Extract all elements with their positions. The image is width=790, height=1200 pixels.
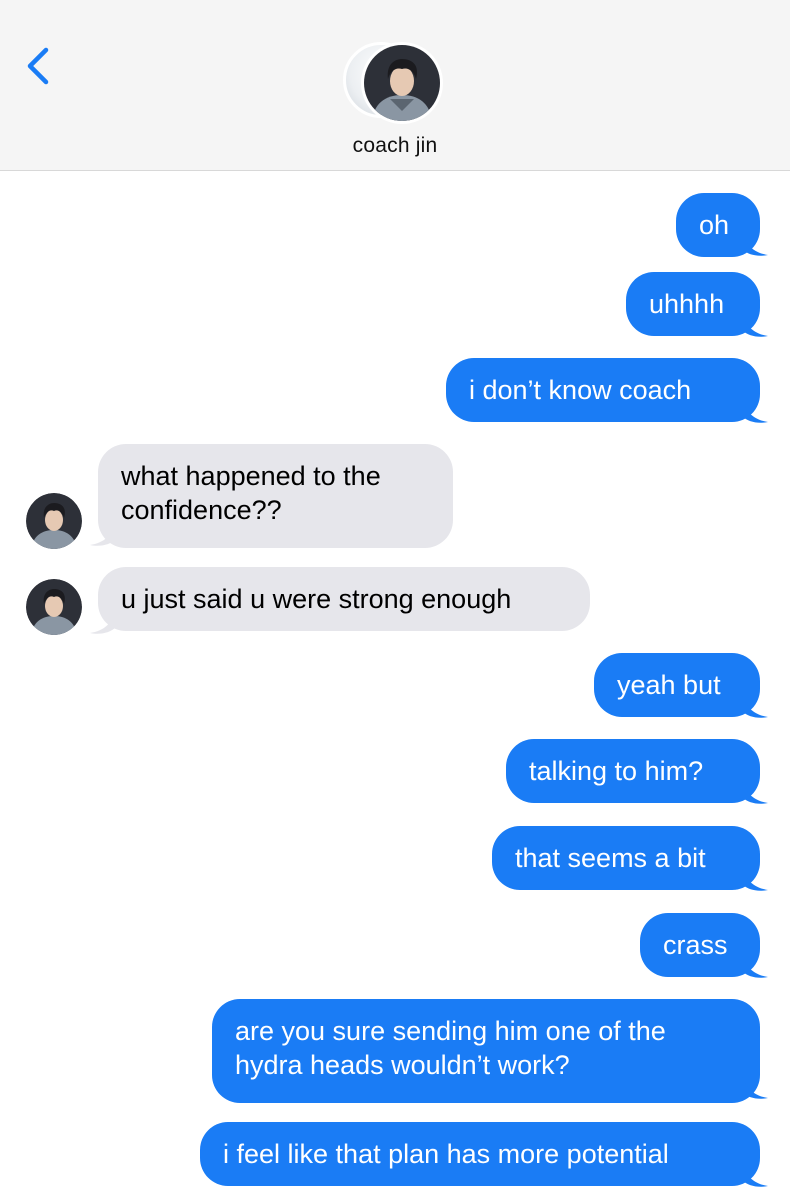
- bubble-tail: [742, 233, 768, 256]
- bubble-tail: [742, 695, 768, 718]
- sender-avatar[interactable]: [26, 579, 82, 635]
- message-text: oh: [699, 210, 730, 240]
- message-text: u just said u were strong enough: [121, 584, 512, 614]
- bubble-tail: [742, 955, 768, 978]
- conversation-header: coach jin: [0, 0, 790, 171]
- incoming-message[interactable]: what happened to the confidence??: [98, 444, 453, 548]
- message-text: uhhhh: [649, 289, 725, 319]
- outgoing-message[interactable]: i feel like that plan has more potential: [200, 1122, 760, 1186]
- bubble-tail: [742, 314, 768, 337]
- bubble-tail: [742, 1076, 768, 1099]
- message-text-line: hydra heads wouldn’t work?: [235, 1050, 570, 1080]
- message-text-line: confidence??: [121, 495, 282, 525]
- bubble-tail: [742, 781, 768, 804]
- outgoing-message[interactable]: that seems a bit: [492, 826, 760, 890]
- message-text-line: are you sure sending him one of the: [235, 1016, 666, 1046]
- contact-avatar[interactable]: [343, 42, 447, 124]
- incoming-message[interactable]: u just said u were strong enough: [98, 567, 590, 631]
- avatar-primary: [361, 42, 443, 124]
- message-text: crass: [663, 930, 728, 960]
- message-text: yeah but: [617, 670, 721, 700]
- outgoing-message[interactable]: uhhhh: [626, 272, 760, 336]
- outgoing-message[interactable]: yeah but: [594, 653, 760, 717]
- outgoing-message[interactable]: i don’t know coach: [446, 358, 760, 422]
- outgoing-message[interactable]: are you sure sending him one of the hydr…: [212, 999, 760, 1103]
- contact-name[interactable]: coach jin: [0, 134, 790, 158]
- bubble-tail: [742, 1164, 768, 1187]
- back-chevron-icon[interactable]: [22, 42, 56, 90]
- message-text-line: what happened to the: [121, 461, 381, 491]
- message-text: i don’t know coach: [469, 375, 692, 405]
- outgoing-message[interactable]: talking to him?: [506, 739, 760, 803]
- message-text: that seems a bit: [515, 843, 706, 873]
- message-text: i feel like that plan has more potential: [223, 1139, 669, 1169]
- bubble-tail: [742, 400, 768, 423]
- message-text: talking to him?: [529, 756, 704, 786]
- sender-avatar[interactable]: [26, 493, 82, 549]
- person-photo-icon: [364, 45, 440, 121]
- bubble-tail: [742, 868, 768, 891]
